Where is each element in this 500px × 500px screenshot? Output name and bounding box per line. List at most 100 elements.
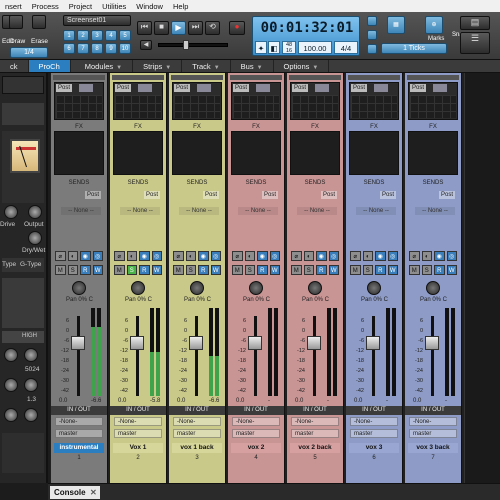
write-automation-button[interactable]: W: [210, 265, 221, 275]
menu-process[interactable]: Process: [27, 2, 64, 11]
volume-fader-cap[interactable]: [189, 336, 203, 350]
input-echo-icon[interactable]: ◉: [434, 251, 445, 261]
write-automation-button[interactable]: W: [387, 265, 398, 275]
eq-post-toggle[interactable]: Post: [351, 84, 368, 92]
snap-side-icon[interactable]: [367, 30, 377, 40]
output-select[interactable]: master: [350, 429, 398, 438]
transport-slider-thumb[interactable]: [183, 40, 189, 50]
pre-roll-icon[interactable]: ◀: [140, 40, 152, 50]
eq-knob-4[interactable]: [24, 378, 38, 392]
eq-post-toggle[interactable]: Post: [233, 84, 250, 92]
fx-bin[interactable]: [290, 131, 340, 175]
input-select[interactable]: -None-: [232, 417, 280, 426]
tab-track[interactable]: ck: [0, 60, 29, 72]
solo-button[interactable]: S: [185, 265, 196, 275]
strip-eq[interactable]: Post: [408, 82, 458, 120]
screenset-button-10[interactable]: 10: [119, 43, 131, 54]
send-knobs[interactable]: [354, 223, 394, 235]
volume-fader-track[interactable]: [195, 316, 198, 396]
screenset-button-6[interactable]: 6: [63, 43, 75, 54]
fx-bin[interactable]: [349, 131, 399, 175]
volume-fader-cap[interactable]: [366, 336, 380, 350]
view-toggle-icon[interactable]: ▤: [460, 16, 490, 30]
rewind-button[interactable]: ⏮: [137, 21, 152, 35]
read-automation-button[interactable]: R: [257, 265, 268, 275]
eq-knob-3[interactable]: [4, 378, 18, 392]
send-knobs[interactable]: [295, 223, 335, 235]
solo-button[interactable]: S: [244, 265, 255, 275]
mono-icon[interactable]: ◐: [303, 251, 314, 261]
send-destination[interactable]: -- None --: [61, 207, 101, 215]
time-display[interactable]: 00:01:32:01 ✦ ◧ 48 16 100.00 4/4: [252, 16, 360, 56]
track-name[interactable]: vox 1 back: [172, 443, 222, 453]
screenset-button-1[interactable]: 1: [63, 30, 75, 41]
send-post-toggle[interactable]: Post: [320, 191, 337, 199]
monitor-icon[interactable]: ◎: [446, 251, 457, 261]
send-post-toggle[interactable]: Post: [202, 191, 219, 199]
input-select[interactable]: -None-: [350, 417, 398, 426]
mono-icon[interactable]: ◐: [362, 251, 373, 261]
volume-fader-track[interactable]: [254, 316, 257, 396]
phase-icon[interactable]: ⌀: [55, 251, 66, 261]
solo-button[interactable]: S: [421, 265, 432, 275]
menu-utilities[interactable]: Utilities: [97, 2, 131, 11]
read-automation-button[interactable]: R: [434, 265, 445, 275]
stop-button[interactable]: ■: [154, 21, 169, 35]
type-selector[interactable]: Type G-Type: [2, 258, 44, 272]
write-automation-button[interactable]: W: [92, 265, 103, 275]
mono-icon[interactable]: ◐: [421, 251, 432, 261]
screenset-button-9[interactable]: 9: [105, 43, 117, 54]
mono-icon[interactable]: ◐: [185, 251, 196, 261]
strip-eq[interactable]: Post: [349, 82, 399, 120]
volume-fader-cap[interactable]: [71, 336, 85, 350]
solo-button[interactable]: S: [303, 265, 314, 275]
snap-lower-icon[interactable]: [367, 44, 377, 54]
input-echo-icon[interactable]: ◉: [375, 251, 386, 261]
tab-bus[interactable]: Bus ▼: [231, 60, 274, 72]
send-knobs[interactable]: [59, 223, 99, 235]
send-knobs[interactable]: [236, 223, 276, 235]
snap-grid-icon[interactable]: [367, 16, 377, 26]
drywet-knob[interactable]: [28, 231, 42, 245]
pan-knob[interactable]: [308, 281, 322, 295]
eq-power-icon[interactable]: [79, 84, 93, 92]
write-automation-button[interactable]: W: [151, 265, 162, 275]
track-name[interactable]: Vox 1: [113, 443, 163, 453]
output-select[interactable]: master: [232, 429, 280, 438]
mono-icon[interactable]: ◐: [244, 251, 255, 261]
record-button[interactable]: ●: [229, 21, 245, 35]
send-post-toggle[interactable]: Post: [438, 191, 455, 199]
mute-button[interactable]: M: [291, 265, 302, 275]
send-destination[interactable]: -- None --: [238, 207, 278, 215]
input-echo-icon[interactable]: ◉: [139, 251, 150, 261]
eq-power-icon[interactable]: [433, 84, 447, 92]
meter-field[interactable]: 4/4: [334, 41, 358, 54]
send-destination[interactable]: -- None --: [415, 207, 455, 215]
send-destination[interactable]: -- None --: [356, 207, 396, 215]
pan-knob[interactable]: [72, 281, 86, 295]
monitor-icon[interactable]: ◎: [151, 251, 162, 261]
track-name[interactable]: vox 3 back: [408, 443, 458, 453]
strip-header[interactable]: [348, 75, 400, 80]
console-tab[interactable]: Console ✕: [50, 486, 100, 499]
phase-icon[interactable]: ⌀: [291, 251, 302, 261]
output-select[interactable]: master: [173, 429, 221, 438]
track-name[interactable]: vox 2: [231, 443, 281, 453]
send-knobs[interactable]: [413, 223, 453, 235]
volume-fader-track[interactable]: [136, 316, 139, 396]
pan-knob[interactable]: [426, 281, 440, 295]
send-destination[interactable]: -- None --: [179, 207, 219, 215]
monitor-icon[interactable]: ◎: [328, 251, 339, 261]
output-select[interactable]: master: [55, 429, 103, 438]
solo-button[interactable]: S: [67, 265, 78, 275]
eq-power-icon[interactable]: [197, 84, 211, 92]
output-select[interactable]: master: [409, 429, 457, 438]
menu-project[interactable]: Project: [64, 2, 97, 11]
monitor-icon[interactable]: ◎: [92, 251, 103, 261]
volume-fader-cap[interactable]: [425, 336, 439, 350]
eq-power-icon[interactable]: [315, 84, 329, 92]
eq-post-toggle[interactable]: Post: [174, 84, 191, 92]
menu-insert[interactable]: nsert: [0, 2, 27, 11]
eq-knob-1[interactable]: [4, 348, 18, 362]
eq-band-tabs[interactable]: HIGH: [2, 331, 44, 343]
